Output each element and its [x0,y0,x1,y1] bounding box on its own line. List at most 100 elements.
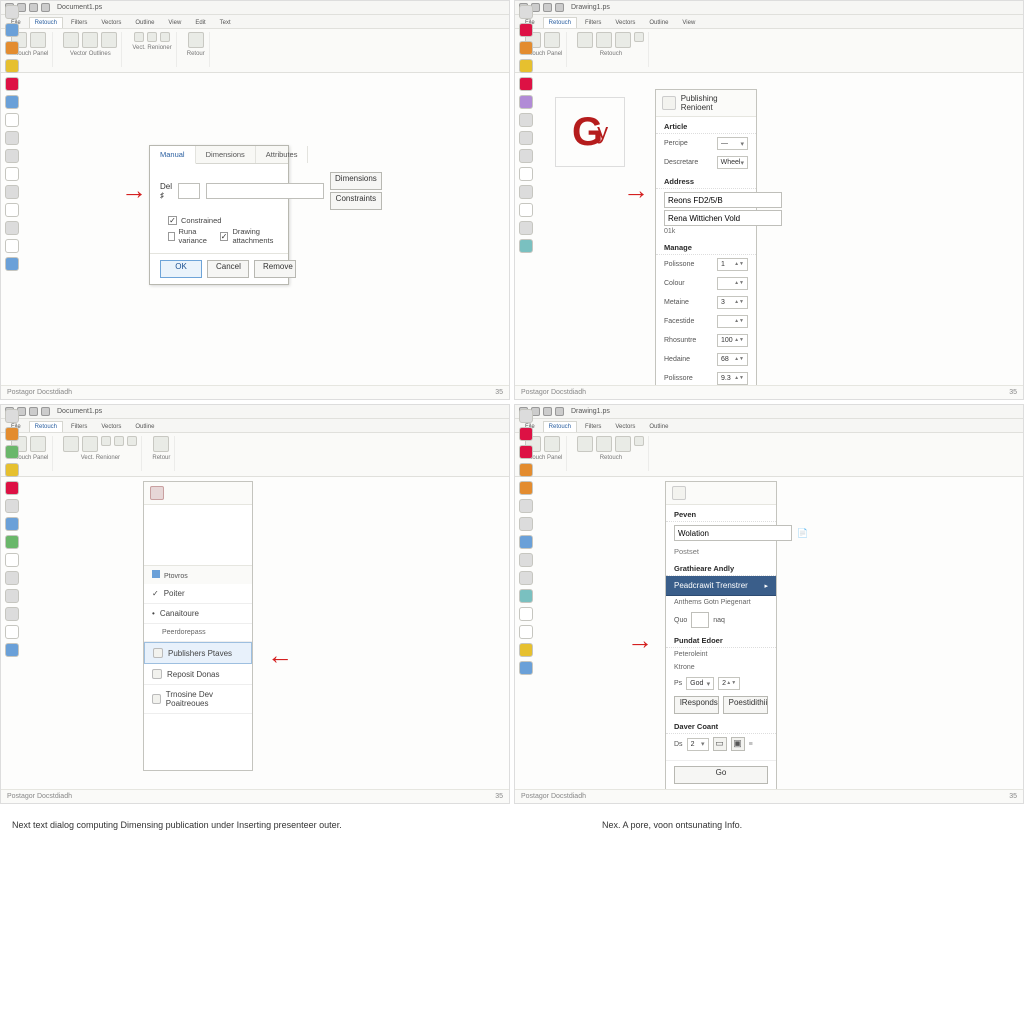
address-line1[interactable] [664,192,782,208]
menu-item-reposit-donas[interactable]: Reposit Donas [144,664,252,685]
menu-item-canaitoure[interactable]: •Canaitoure [144,604,252,624]
tool-zoom-icon[interactable] [5,517,19,531]
menu-item-publishers-ptaves[interactable]: Publishers Ptaves [144,642,252,664]
spin-6[interactable]: 9.3▲▼ [717,372,748,385]
qat-undo-icon[interactable] [29,407,38,416]
tool-zoom-icon[interactable] [5,131,19,145]
shape-icon[interactable] [82,436,98,452]
tool-zoom-icon[interactable] [519,535,533,549]
textbox-icon[interactable] [63,32,79,48]
shape-icon[interactable] [82,32,98,48]
ribbon-tab-outline[interactable]: Outline [643,421,674,432]
menu-item-trnosine[interactable]: Trnosine Dev Poaitreoues [144,685,252,714]
tool-ellipse-icon[interactable] [5,221,19,235]
shape-icon[interactable] [596,436,612,452]
ribbon-tab-vectors[interactable]: Vectors [95,421,127,432]
tool-fill-icon[interactable] [519,59,533,73]
tool-eyedrop-icon[interactable] [519,589,533,603]
peven-input[interactable] [674,525,792,541]
ribbon-tab-view[interactable]: View [676,17,701,28]
qat-refresh-icon[interactable] [555,3,564,12]
qat-refresh-icon[interactable] [555,407,564,416]
tool-rectangle-icon[interactable] [5,203,19,217]
textbox-icon[interactable] [577,436,593,452]
tool-text-icon[interactable] [5,23,19,37]
tool-picture-icon[interactable] [5,481,19,495]
tool-shape-icon[interactable] [5,41,19,55]
combo-percipe[interactable]: — [717,137,748,150]
tool-warning-icon[interactable] [519,643,533,657]
tool-picture-icon[interactable] [519,499,533,513]
spin-5[interactable]: 68▲▼ [717,353,748,366]
ribbon-tab-vectors[interactable]: Vectors [609,421,641,432]
btn-go[interactable]: Go [674,766,768,784]
tool-table-icon[interactable] [5,499,19,513]
tool-line-icon[interactable] [5,463,19,477]
quo-input[interactable] [691,612,709,628]
tool-eyedrop-icon[interactable] [5,185,19,199]
find-input-1[interactable] [178,183,200,199]
radio-attachments[interactable] [220,232,229,241]
tool-eyedrop-icon[interactable] [519,185,533,199]
align-icon[interactable] [634,436,644,446]
textbox-icon[interactable] [577,32,593,48]
tool-pointer-icon[interactable] [5,409,19,423]
tool-line-icon[interactable] [519,77,533,91]
tool-shape-icon[interactable] [5,427,19,441]
group-icon[interactable] [147,32,157,42]
menu-item-poiter[interactable]: ✓Poiter [144,584,252,604]
dlg-tab-dimensions[interactable]: Dimensions [196,146,256,163]
tool-polygon-icon[interactable] [5,625,19,639]
combo-descretare[interactable]: Wheel [717,156,748,169]
tool-hand-icon[interactable] [5,149,19,163]
ribbon-tab-filters[interactable]: Filters [65,17,93,28]
ribbon-tab-edit[interactable]: Edit [189,17,211,28]
tool-line-icon[interactable] [519,481,533,495]
radio-variance[interactable] [168,232,175,241]
margins-icon[interactable] [30,436,46,452]
tool-crop-icon[interactable] [5,167,19,181]
ribbon-tab-outline[interactable]: Outline [129,17,160,28]
tool-table-icon[interactable] [5,113,19,127]
image-icon[interactable] [101,436,111,446]
tool-3d-icon[interactable] [519,661,533,675]
cancel-button[interactable]: Cancel [207,260,249,278]
tool-3d-icon[interactable] [519,239,533,253]
tool-crop-icon[interactable] [5,553,19,567]
tool-table-icon[interactable] [519,517,533,531]
tool-ellipse-icon[interactable] [5,607,19,621]
dlg-tab-attributes[interactable]: Attributes [256,146,309,163]
spin-1[interactable]: ▲▼ [717,277,748,290]
spin-2[interactable]: 3▲▼ [717,296,748,309]
address-line2[interactable] [664,210,782,226]
qat-refresh-icon[interactable] [41,3,50,12]
ribbon-tab-retouch[interactable]: Retouch [29,17,63,28]
btn-constraints[interactable]: Constraints [330,192,382,210]
shape-icon[interactable] [596,32,612,48]
tool-ellipse-icon[interactable] [519,625,533,639]
margins-icon[interactable] [544,436,560,452]
align-icon[interactable] [634,32,644,42]
tool-pointer-icon[interactable] [519,5,533,19]
ribbon-tab-filters[interactable]: Filters [579,421,607,432]
menu-item-peerdorepass[interactable]: Peerdorepass [144,624,252,642]
ribbon-tab-vectors[interactable]: Vectors [609,17,641,28]
spin-two[interactable]: 2▲▼ [718,677,740,690]
spin-4[interactable]: 100▲▼ [717,334,748,347]
tool-shape-icon[interactable] [519,445,533,459]
tool-rectangle-icon[interactable] [519,607,533,621]
tool-3d-icon[interactable] [5,257,19,271]
chk-constrained[interactable] [168,216,177,225]
tool-fill-icon[interactable] [5,59,19,73]
tool-pointer-icon[interactable] [519,409,533,423]
ribbon-tab-retouch[interactable]: Retouch [543,421,577,432]
tool-hand-icon[interactable] [519,149,533,163]
image-icon[interactable] [615,436,631,452]
browse-icon[interactable]: 📄 [797,528,808,539]
qat-undo-icon[interactable] [543,3,552,12]
tool-rectangle-icon[interactable] [519,203,533,217]
tool-zoom-icon[interactable] [519,131,533,145]
remove-button[interactable]: Remove [254,260,296,278]
table-icon[interactable] [114,436,124,446]
tool-picture-icon[interactable] [5,95,19,109]
